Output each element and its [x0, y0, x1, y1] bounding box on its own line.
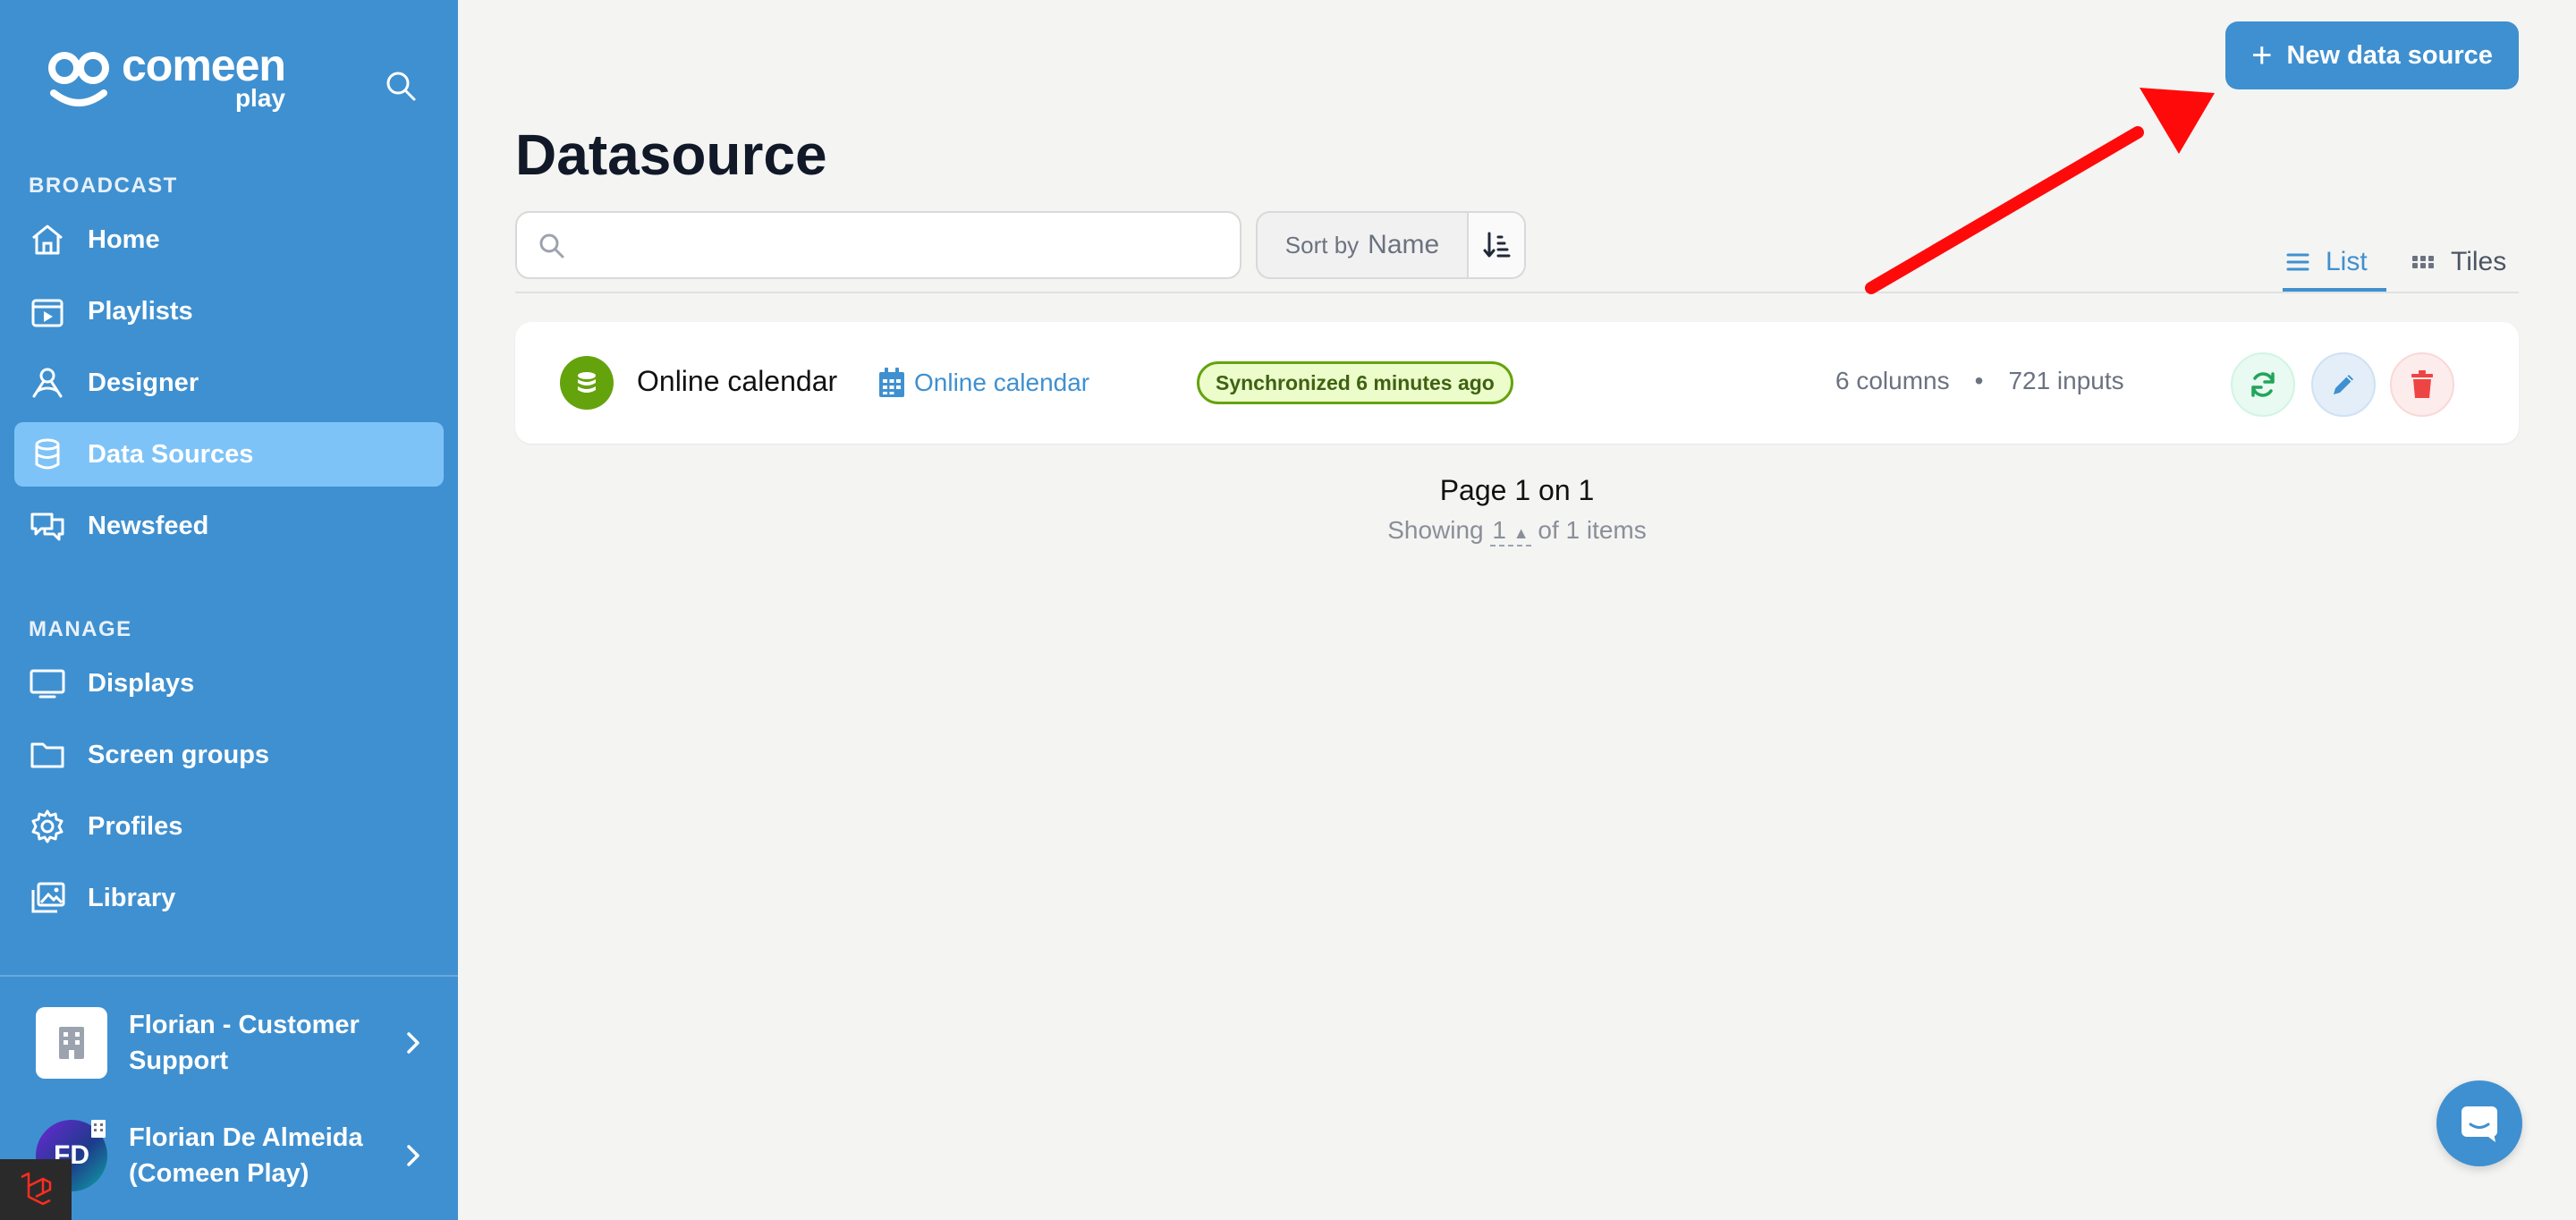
- user-name: Florian De Almeida (Comeen Play): [129, 1123, 363, 1188]
- sort-control: Sort by Name: [1256, 211, 1526, 279]
- sidebar-item-label: Data Sources: [88, 439, 254, 469]
- sort-ascending-icon: [1483, 232, 1511, 258]
- sidebar: comeen play BROADCAST Home Playlists Des…: [0, 0, 458, 1220]
- home-icon: [32, 225, 63, 255]
- organization-name: Florian - Customer Support: [129, 1011, 360, 1075]
- caret-up-icon: ▲: [1513, 524, 1530, 542]
- comeen-play-logo[interactable]: comeen play: [43, 40, 286, 114]
- organization-avatar: [36, 1007, 107, 1079]
- gear-icon: [31, 809, 64, 843]
- sync-button[interactable]: [2231, 352, 2295, 417]
- section-label-manage: MANAGE: [29, 617, 132, 641]
- tab-list-view[interactable]: List: [2286, 247, 2368, 277]
- pagination: Page 1 on 1 Showing 1 ▲ of 1 items: [515, 474, 2519, 546]
- sidebar-item-label: Designer: [88, 368, 199, 397]
- tab-list-label: List: [2326, 247, 2368, 276]
- new-data-source-button[interactable]: + New data source: [2225, 21, 2519, 89]
- datasource-type-link[interactable]: Online calendar: [877, 367, 1089, 399]
- section-label-broadcast: BROADCAST: [29, 174, 178, 198]
- database-icon: [560, 356, 614, 410]
- sidebar-item-label: Home: [88, 225, 160, 254]
- sort-field-select[interactable]: Sort by Name: [1258, 213, 1469, 277]
- sidebar-divider: [0, 975, 458, 977]
- newsfeed-icon: [30, 513, 64, 541]
- logo-word: comeen: [122, 40, 286, 90]
- sidebar-item-label: Profiles: [88, 811, 183, 841]
- chevron-right-icon: [407, 1032, 419, 1054]
- logo-icon: [48, 52, 109, 106]
- building-badge-icon: [91, 1120, 106, 1138]
- sort-field: Name: [1368, 230, 1440, 259]
- sidebar-item-displays[interactable]: Displays: [14, 651, 444, 716]
- list-item[interactable]: Online calendar Online calendar Synchron…: [515, 322, 2519, 444]
- showing-suffix: of 1 items: [1538, 516, 1647, 544]
- sidebar-item-designer[interactable]: Designer: [14, 351, 444, 415]
- search-icon[interactable]: [383, 68, 419, 104]
- page-title: Datasource: [515, 123, 827, 187]
- designer-icon: [32, 368, 63, 398]
- sidebar-item-label: Playlists: [88, 296, 193, 326]
- delete-button[interactable]: [2390, 352, 2454, 417]
- building-icon: [59, 1027, 84, 1059]
- user-menu[interactable]: FD Florian De Almeida (Comeen Play): [36, 1116, 429, 1195]
- tab-tiles-view[interactable]: Tiles: [2411, 247, 2506, 277]
- tab-tiles-label: Tiles: [2451, 247, 2507, 276]
- sort-direction-button[interactable]: [1469, 213, 1524, 277]
- per-page-value: 1: [1492, 516, 1506, 544]
- database-icon: [35, 438, 60, 470]
- active-tab-indicator: [2283, 288, 2386, 292]
- chat-icon: [2462, 1106, 2497, 1142]
- debugbar-toggle[interactable]: [0, 1159, 72, 1220]
- playlist-icon: [31, 299, 64, 327]
- separator-dot: •: [1974, 367, 1984, 394]
- tabs-divider: [515, 292, 2519, 293]
- pencil-icon: [2334, 375, 2353, 394]
- sidebar-item-profiles[interactable]: Profiles: [14, 794, 444, 859]
- display-icon: [30, 669, 65, 699]
- sidebar-item-label: Screen groups: [88, 740, 270, 769]
- refresh-icon: [2251, 372, 2275, 397]
- showing-prefix: Showing: [1387, 516, 1484, 544]
- support-chat-button[interactable]: [2436, 1080, 2522, 1166]
- search-input[interactable]: [580, 225, 1224, 265]
- search-icon: [539, 233, 564, 258]
- sidebar-item-playlists[interactable]: Playlists: [14, 279, 444, 343]
- new-data-source-label: New data source: [2286, 40, 2493, 70]
- sidebar-item-library[interactable]: Library: [14, 866, 444, 930]
- library-icon: [31, 882, 65, 913]
- columns-count: 6 columns: [1835, 367, 1950, 394]
- grid-icon: [2412, 256, 2434, 268]
- search-field[interactable]: [515, 211, 1241, 279]
- list-icon: [2286, 253, 2309, 271]
- organization-switcher[interactable]: Florian - Customer Support: [36, 1004, 429, 1082]
- sort-prefix: Sort by: [1284, 231, 1360, 258]
- sidebar-item-newsfeed[interactable]: Newsfeed: [14, 494, 444, 558]
- per-page-select[interactable]: 1 ▲: [1490, 516, 1531, 546]
- pagination-title: Page 1 on 1: [1439, 474, 1595, 506]
- pagination-summary: Showing 1 ▲ of 1 items: [515, 516, 2519, 546]
- trash-icon: [2411, 370, 2433, 398]
- datasource-name: Online calendar: [637, 365, 838, 397]
- sidebar-item-data-sources[interactable]: Data Sources: [14, 422, 444, 487]
- sidebar-item-label: Displays: [88, 668, 195, 698]
- sidebar-item-home[interactable]: Home: [14, 208, 444, 272]
- datasource-type-label: Online calendar: [914, 369, 1090, 396]
- calendar-icon: [879, 368, 904, 397]
- sidebar-item-screen-groups[interactable]: Screen groups: [14, 723, 444, 787]
- inputs-count: 721 inputs: [2008, 367, 2124, 394]
- datasource-meta: 6 columns • 721 inputs: [1835, 367, 2124, 395]
- sidebar-item-label: Newsfeed: [88, 511, 209, 540]
- plus-icon: +: [2251, 36, 2273, 75]
- status-badge: Synchronized 6 minutes ago: [1197, 361, 1513, 404]
- chevron-right-icon: [407, 1145, 419, 1166]
- folder-icon: [30, 742, 64, 768]
- edit-button[interactable]: [2311, 352, 2376, 417]
- sidebar-item-label: Library: [88, 883, 176, 912]
- laravel-icon: [21, 1172, 52, 1206]
